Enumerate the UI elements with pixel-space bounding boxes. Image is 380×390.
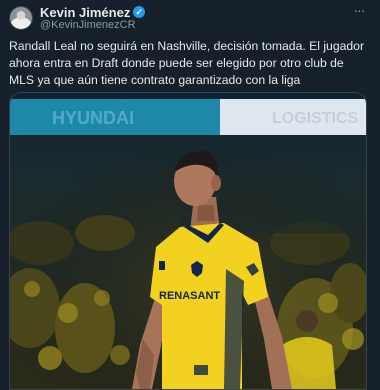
- tweet-text: Randall Leal no seguirá en Nashville, de…: [9, 39, 365, 87]
- photo-scene: HYUNDAI LOGISTICS RENASANT: [10, 93, 366, 389]
- banner-left-text: HYUNDAI: [52, 108, 134, 128]
- author-handle[interactable]: @KevinJimenezCR: [40, 19, 136, 31]
- more-options-icon[interactable]: ···: [350, 2, 368, 20]
- banner-right-text: LOGISTICS: [272, 110, 359, 127]
- author-avatar[interactable]: [9, 6, 33, 30]
- tweet-card[interactable]: Kevin Jiménez ✓ @KevinJimenezCR ··· Rand…: [0, 0, 380, 390]
- verified-badge-icon: ✓: [133, 6, 146, 18]
- author-name[interactable]: Kevin Jiménez: [40, 5, 130, 20]
- author-name-row: Kevin Jiménez ✓: [40, 4, 146, 20]
- jersey-sponsor-text: RENASANT: [159, 290, 220, 302]
- tweet-photo[interactable]: HYUNDAI LOGISTICS RENASANT: [9, 92, 367, 390]
